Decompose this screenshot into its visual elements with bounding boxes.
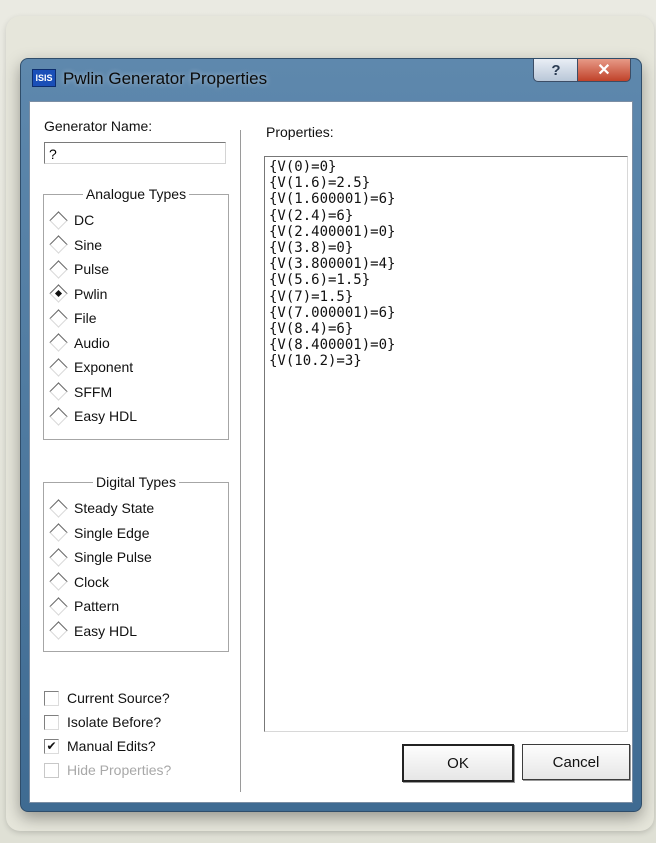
property-line: {V(8.4)=6}: [269, 321, 354, 338]
analogue-option-easy-hdl[interactable]: Easy HDL: [49, 405, 138, 427]
radio-icon: [49, 498, 68, 518]
radio-label: Pulse: [74, 261, 110, 277]
properties-textarea[interactable]: {V(0)=0} {V(1.6)=2.5} {V(1.600001)=6} {V(2.…: [264, 156, 628, 732]
cancel-button[interactable]: Cancel: [522, 744, 630, 780]
radio-label: Pattern: [74, 598, 120, 614]
radio-label: Easy HDL: [74, 622, 138, 639]
radio-label: Audio: [74, 334, 110, 351]
radio-icon: [49, 596, 68, 616]
radio-icon: [49, 621, 68, 640]
analogue-option-sffm[interactable]: SFFM: [49, 381, 113, 403]
generator-name-input[interactable]: ?: [44, 142, 226, 164]
radio-label: Sine: [74, 236, 103, 253]
analogue-types-title: Analogue Types: [82, 186, 190, 202]
window-title: Pwlin Generator Properties: [63, 69, 268, 88]
ok-button[interactable]: OK: [402, 744, 514, 782]
analogue-option-dc[interactable]: DC: [49, 209, 95, 231]
checkbox-icon: [44, 762, 59, 778]
digital-types-title: Digital Types: [93, 474, 179, 490]
radio-icon: [49, 210, 68, 230]
column-divider: [240, 130, 244, 792]
close-button[interactable]: ✕: [577, 59, 631, 82]
property-line: {V(5.6)=1.5}: [269, 272, 371, 289]
property-line: {V(2.400001)=0}: [269, 223, 396, 240]
dialog-client-area: Generator Name: ? Analogue Types DC Sine P…: [29, 101, 633, 803]
analogue-option-file[interactable]: File: [49, 307, 97, 329]
property-line: {V(3.800001)=4}: [269, 256, 396, 273]
analogue-option-audio[interactable]: Audio: [49, 332, 110, 354]
radio-icon: [49, 333, 68, 352]
analogue-types-group: Analogue Types DC Sine Pulse Pwlin File Audio…: [43, 186, 229, 440]
radio-label: Single Pulse: [74, 549, 152, 565]
checkbox-icon: [44, 690, 59, 706]
dialog-window: ISIS Pwlin Generator Properties ? ✕ Gene…: [20, 58, 642, 812]
help-button[interactable]: ?: [533, 59, 579, 82]
checkbox-isolate-before[interactable]: Isolate Before?: [44, 711, 161, 733]
radio-label: SFFM: [74, 383, 113, 400]
digital-types-group: Digital Types Steady State Single Edge Sin…: [43, 474, 229, 652]
radio-icon: [49, 523, 68, 542]
radio-icon: [49, 382, 68, 401]
checkmark-icon: ✔: [44, 738, 59, 754]
radio-label: Pwlin: [74, 285, 108, 302]
analogue-option-pulse[interactable]: Pulse: [49, 258, 110, 280]
isis-app-icon: ISIS: [32, 69, 56, 87]
digital-option-clock[interactable]: Clock: [49, 571, 110, 593]
property-line: {V(0)=0}: [269, 159, 337, 175]
property-line: {V(3.8)=0}: [269, 240, 354, 257]
radio-icon: [49, 547, 68, 567]
analogue-option-sine[interactable]: Sine: [49, 234, 103, 256]
digital-option-single-pulse[interactable]: Single Pulse: [49, 546, 152, 568]
property-line: {V(7.000001)=6}: [269, 304, 396, 321]
radio-icon: [49, 235, 68, 254]
radio-label: Exponent: [74, 359, 134, 375]
checkbox-current-source[interactable]: Current Source?: [44, 687, 170, 709]
checkbox-label: Current Source?: [67, 690, 170, 706]
digital-option-easy-hdl[interactable]: Easy HDL: [49, 620, 138, 642]
close-icon: ✕: [597, 62, 611, 79]
radio-label: Single Edge: [74, 524, 150, 541]
property-line: {V(10.2)=3}: [269, 353, 362, 370]
checkbox-label: Hide Properties?: [67, 762, 172, 778]
radio-label: DC: [74, 212, 95, 228]
property-line: {V(1.6)=2.5}: [269, 175, 371, 192]
radio-label: Steady State: [74, 500, 155, 516]
properties-label: Properties:: [266, 124, 334, 140]
analogue-option-pwlin[interactable]: Pwlin: [49, 283, 108, 305]
radio-label: Clock: [74, 573, 110, 590]
radio-icon: [49, 357, 68, 377]
radio-icon: [49, 259, 68, 279]
generator-name-label: Generator Name:: [44, 118, 153, 134]
analogue-option-exponent[interactable]: Exponent: [49, 356, 134, 378]
title-bar[interactable]: ISIS Pwlin Generator Properties ? ✕: [21, 59, 641, 101]
property-line: {V(7)=1.5}: [269, 288, 354, 305]
checkbox-label: Isolate Before?: [67, 714, 162, 730]
property-line: {V(8.400001)=0}: [269, 337, 396, 354]
digital-option-single-edge[interactable]: Single Edge: [49, 522, 150, 544]
digital-option-steady-state[interactable]: Steady State: [49, 497, 155, 519]
radio-label: File: [74, 310, 97, 326]
radio-icon: [49, 308, 68, 328]
checkbox-manual-edits[interactable]: ✔ Manual Edits?: [44, 735, 156, 757]
property-line: {V(1.600001)=6}: [269, 191, 396, 208]
radio-icon: [49, 284, 68, 303]
radio-label: Easy HDL: [74, 408, 138, 424]
radio-icon: [49, 406, 68, 426]
property-line: {V(2.4)=6}: [269, 207, 354, 224]
digital-option-pattern[interactable]: Pattern: [49, 595, 120, 617]
checkbox-label: Manual Edits?: [67, 738, 156, 754]
checkbox-icon: [44, 714, 59, 730]
radio-icon: [49, 572, 68, 591]
checkbox-hide-properties: Hide Properties?: [44, 759, 171, 781]
